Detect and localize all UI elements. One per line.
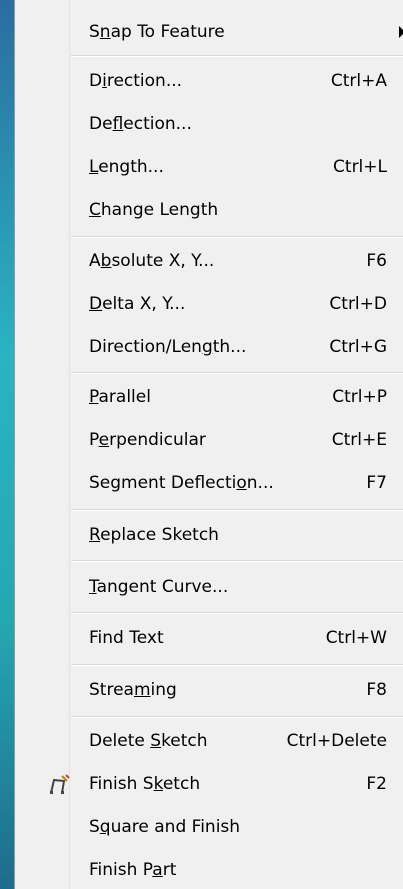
menu-separator xyxy=(71,509,403,511)
menu-item-label: Replace Sketch xyxy=(89,525,219,545)
menu-item-segment-deflection[interactable]: Segment Deflection... F7 xyxy=(15,465,403,501)
menu-item-label: Finish Sketch xyxy=(89,774,201,794)
menu-item-label: Length... xyxy=(89,157,164,177)
menu-item-label: Square and Finish xyxy=(89,817,241,837)
menu-item-direction[interactable]: Direction... Ctrl+A xyxy=(15,63,403,99)
menu-item-snap-to-feature[interactable]: Snap To Feature xyxy=(15,14,403,50)
menu-item-shortcut: Ctrl+D xyxy=(329,294,387,314)
menu-item-label: Finish Part xyxy=(89,860,177,880)
menu-item-tangent-curve[interactable]: Tangent Curve... xyxy=(15,569,403,605)
submenu-arrow-icon xyxy=(399,26,403,38)
menu-item-shortcut: F6 xyxy=(366,251,387,271)
menu-separator xyxy=(71,236,403,238)
menu-separator xyxy=(71,560,403,562)
menu-item-perpendicular[interactable]: Perpendicular Ctrl+E xyxy=(15,422,403,458)
menu-item-label: Perpendicular xyxy=(89,430,206,450)
menu-item-replace-sketch[interactable]: Replace Sketch xyxy=(15,517,403,553)
menu-item-label: Tangent Curve... xyxy=(89,577,229,597)
menu-item-parallel[interactable]: Parallel Ctrl+P xyxy=(15,379,403,415)
menu-separator xyxy=(71,372,403,374)
menu-item-label: Absolute X, Y... xyxy=(89,251,215,271)
menu-separator xyxy=(71,55,403,57)
menu-item-shortcut: Ctrl+A xyxy=(330,71,387,91)
menu-item-label: Direction/Length... xyxy=(89,337,247,357)
menu-item-label: Segment Deflection... xyxy=(89,473,274,493)
menu-separator xyxy=(71,664,403,666)
finish-sketch-icon xyxy=(50,774,70,794)
menu-item-absolute-xy[interactable]: Absolute X, Y... F6 xyxy=(15,243,403,279)
menu-item-finish-sketch[interactable]: Finish Sketch F2 xyxy=(15,766,403,802)
menu-item-change-length[interactable]: Change Length xyxy=(15,192,403,228)
desktop-background xyxy=(0,0,14,889)
menu-item-shortcut: Ctrl+G xyxy=(329,337,387,357)
menu-item-label: Parallel xyxy=(89,387,151,407)
menu-item-shortcut: F8 xyxy=(366,680,387,700)
menu-item-shortcut: Ctrl+L xyxy=(333,157,387,177)
menu-item-shortcut: F2 xyxy=(366,774,387,794)
menu-item-length[interactable]: Length... Ctrl+L xyxy=(15,149,403,185)
menu-item-finish-part[interactable]: Finish Part xyxy=(15,852,403,888)
menu-item-streaming[interactable]: Streaming F8 xyxy=(15,672,403,708)
menu-item-direction-length[interactable]: Direction/Length... Ctrl+G xyxy=(15,329,403,365)
menu-item-shortcut: Ctrl+E xyxy=(331,430,387,450)
menu-item-shortcut: Ctrl+Delete xyxy=(286,731,387,751)
menu-item-label: Deflection... xyxy=(89,114,192,134)
menu-item-label: Change Length xyxy=(89,200,219,220)
menu-item-label: Delete Sketch xyxy=(89,731,208,751)
menu-item-label: Streaming xyxy=(89,680,177,700)
menu-item-delta-xy[interactable]: Delta X, Y... Ctrl+D xyxy=(15,286,403,322)
menu-item-label: Delta X, Y... xyxy=(89,294,186,314)
menu-item-label: Snap To Feature xyxy=(89,22,225,42)
menu-item-deflection[interactable]: Deflection... xyxy=(15,106,403,142)
context-menu: Snap To Feature Direction... Ctrl+A Defl… xyxy=(14,0,403,889)
menu-item-find-text[interactable]: Find Text Ctrl+W xyxy=(15,620,403,656)
menu-item-shortcut: Ctrl+W xyxy=(325,628,387,648)
menu-item-delete-sketch[interactable]: Delete Sketch Ctrl+Delete xyxy=(15,723,403,759)
menu-item-square-and-finish[interactable]: Square and Finish xyxy=(15,809,403,845)
menu-separator xyxy=(71,612,403,614)
menu-item-shortcut: Ctrl+P xyxy=(332,387,387,407)
menu-item-shortcut: F7 xyxy=(366,473,387,493)
menu-item-label: Direction... xyxy=(89,71,183,91)
menu-item-label: Find Text xyxy=(89,628,164,648)
menu-separator xyxy=(71,716,403,718)
